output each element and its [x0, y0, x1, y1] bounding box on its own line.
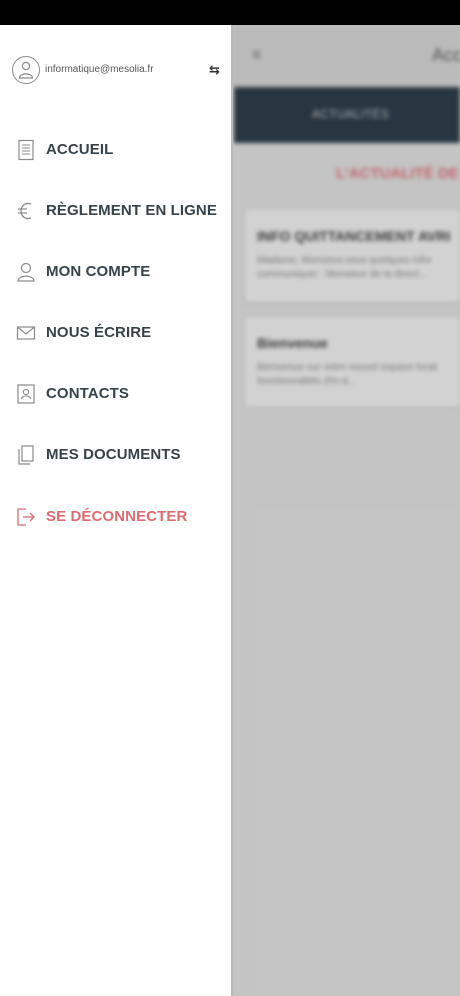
drawer-divider	[231, 25, 233, 996]
menu-item-reglement[interactable]: RÈGLEMENT EN LIGNE	[0, 191, 232, 231]
contact-card-icon	[16, 383, 36, 405]
documents-icon	[16, 444, 36, 466]
menu-item-contacts[interactable]: CONTACTS	[0, 374, 232, 414]
status-bar	[0, 0, 460, 25]
menu-item-label: MES DOCUMENTS	[46, 446, 181, 463]
menu-item-mes-documents[interactable]: MES DOCUMENTS	[0, 435, 232, 475]
user-email: informatique@mesolia.fr	[45, 64, 154, 75]
dim-overlay[interactable]	[232, 25, 460, 996]
user-account-row[interactable]: informatique@mesolia.fr ⇆	[12, 56, 222, 88]
menu-item-mon-compte[interactable]: MON COMPTE	[0, 252, 232, 292]
menu-item-label: CONTACTS	[46, 385, 130, 402]
menu-item-accueil[interactable]: ACCUEIL	[0, 130, 232, 170]
background-app[interactable]: ≡ Acc ACTUALITÉS L'ACTUALITÉ DE V INFO Q…	[232, 25, 460, 996]
menu-item-label: MON COMPTE	[46, 263, 151, 280]
menu-item-nous-ecrire[interactable]: NOUS ÉCRIRE	[0, 313, 232, 353]
envelope-icon	[16, 322, 36, 344]
menu-item-label: NOUS ÉCRIRE	[46, 324, 152, 341]
menu-item-label: SE DÉCONNECTER	[46, 508, 188, 525]
menu-item-label: RÈGLEMENT EN LIGNE	[46, 202, 217, 219]
navigation-drawer: informatique@mesolia.fr ⇆ ACCUEIL RÈGLEM…	[0, 25, 232, 996]
user-icon	[16, 261, 36, 283]
menu-item-label: ACCUEIL	[46, 141, 114, 158]
user-icon	[18, 61, 34, 79]
menu-item-se-deconnecter[interactable]: SE DÉCONNECTER	[0, 497, 232, 537]
avatar	[12, 56, 40, 84]
euro-icon	[16, 200, 36, 222]
document-list-icon	[16, 139, 36, 161]
logout-icon	[16, 506, 36, 528]
switch-account-icon[interactable]: ⇆	[209, 62, 220, 78]
